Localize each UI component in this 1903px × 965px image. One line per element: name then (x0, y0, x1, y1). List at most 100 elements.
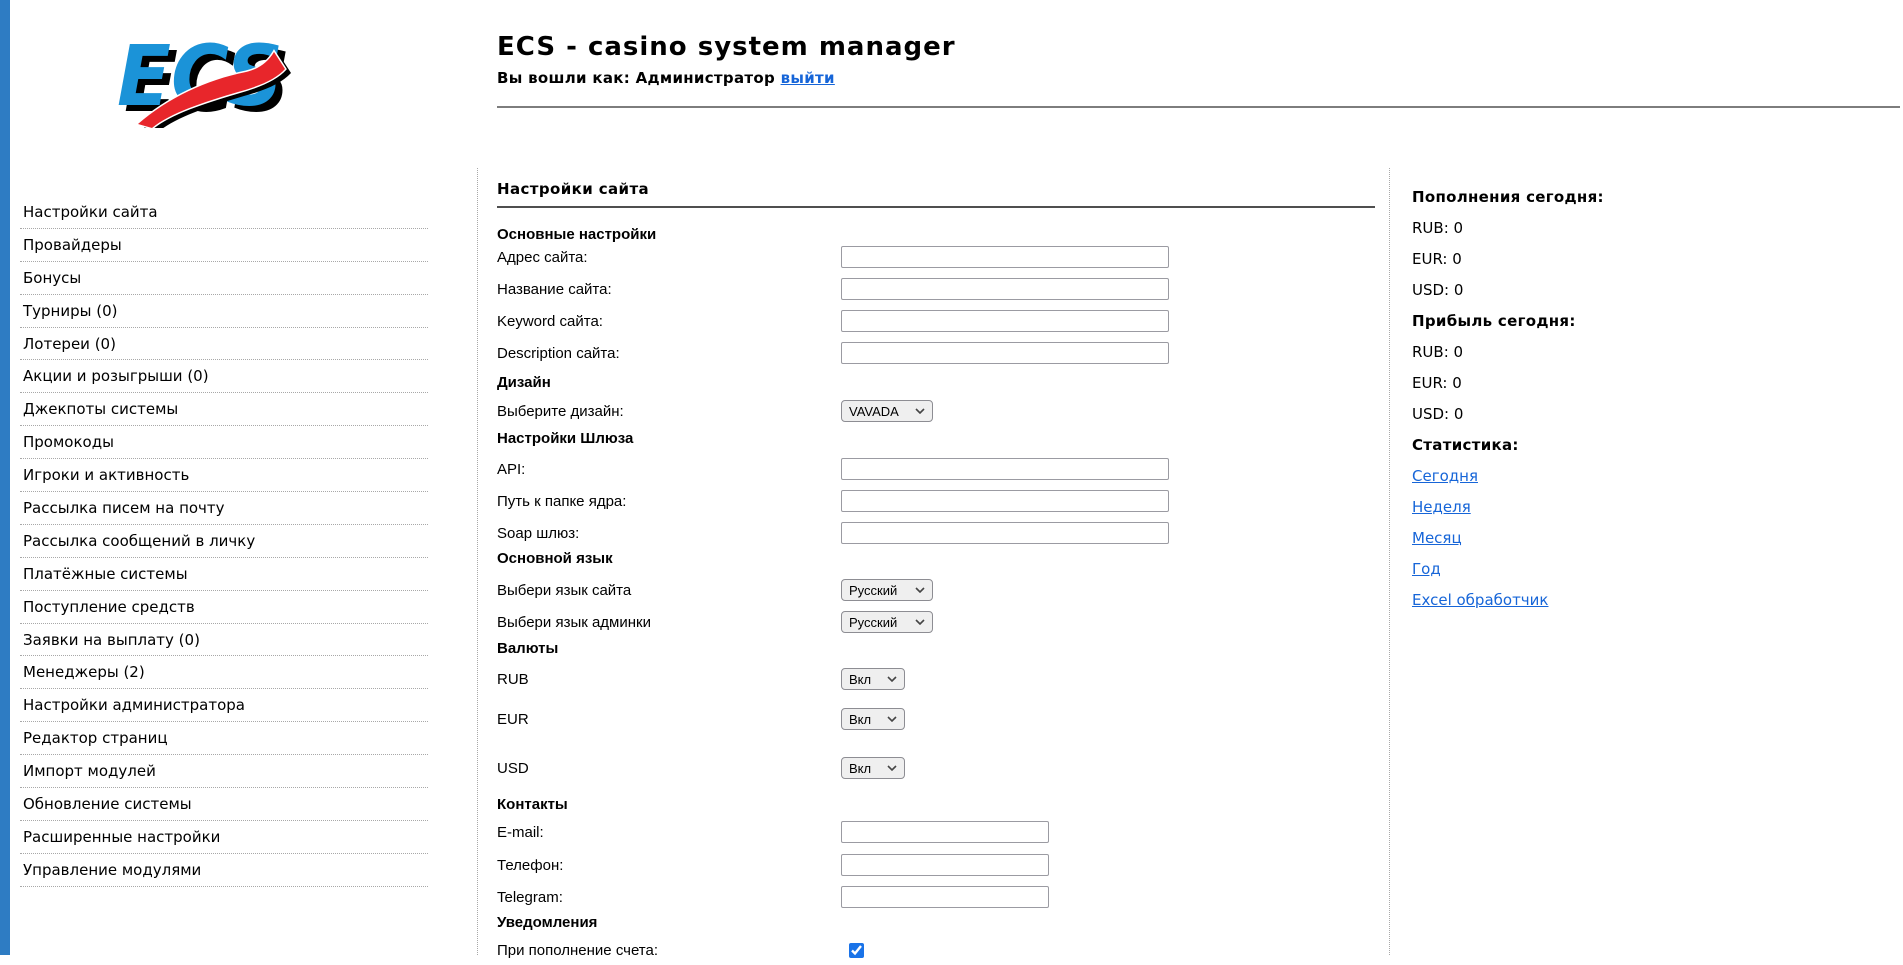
site-language-label: Выбери язык сайта (497, 581, 632, 599)
site-keyword-row: Keyword сайта: (497, 306, 1375, 336)
sidebar-item-advanced-settings[interactable]: Расширенные настройки (20, 821, 428, 854)
sidebar-item-bonuses[interactable]: Бонусы (20, 262, 428, 295)
eur-label: EUR (497, 710, 529, 728)
site-address-input[interactable] (841, 246, 1169, 268)
rub-toggle-select[interactable]: Вкл (841, 668, 905, 690)
admin-language-value: Русский (849, 614, 898, 630)
site-description-label: Description сайта: (497, 344, 620, 362)
sidebar-item-payout-requests[interactable]: Заявки на выплату (0) (20, 624, 428, 657)
sidebar-item-jackpots[interactable]: Джекпоты системы (20, 393, 428, 427)
login-status-text: Вы вошли как: Администратор (497, 69, 776, 87)
telegram-input[interactable] (841, 886, 1049, 908)
phone-input[interactable] (841, 854, 1049, 876)
panel-title: Настройки сайта (497, 180, 650, 198)
chevron-down-icon (915, 619, 925, 625)
stats-link-week[interactable]: Неделя (1412, 498, 1471, 516)
core-path-input[interactable] (841, 490, 1169, 512)
sidebar-item-email-mailing[interactable]: Рассылка писем на почту (20, 492, 428, 525)
sidebar-item-tournaments[interactable]: Турниры (0) (20, 295, 428, 328)
deposit-notification-label: При пополнение счета: (497, 941, 659, 959)
deposits-eur-value: EUR: 0 (1412, 249, 1462, 268)
api-row: API: (497, 454, 1375, 484)
site-address-label: Адрес сайта: (497, 248, 588, 266)
site-language-select[interactable]: Русский (841, 579, 933, 601)
site-description-input[interactable] (841, 342, 1169, 364)
core-path-row: Путь к папке ядра: (497, 486, 1375, 516)
eur-toggle-value: Вкл (849, 711, 872, 727)
design-select-value: VAVADA (849, 403, 899, 419)
api-label: API: (497, 460, 526, 478)
usd-toggle-select[interactable]: Вкл (841, 757, 905, 779)
section-design: Дизайн (497, 373, 551, 391)
usd-row: USD Вкл (497, 753, 1375, 783)
sidebar-item-managers[interactable]: Менеджеры (2) (20, 656, 428, 690)
header: ECS - casino system manager Вы вошли как… (497, 32, 956, 87)
chevron-down-icon (887, 676, 897, 682)
admin-language-select[interactable]: Русский (841, 611, 933, 633)
sidebar-item-pm-mailing[interactable]: Рассылка сообщений в личку (20, 525, 428, 558)
stats-link-excel[interactable]: Excel обработчик (1412, 591, 1548, 609)
site-language-row: Выбери язык сайта Русский (497, 575, 1375, 605)
admin-language-label: Выбери язык админки (497, 613, 651, 631)
ecs-logo: ECS ECS (112, 14, 292, 132)
sidebar-item-site-settings[interactable]: Настройки сайта (20, 196, 428, 229)
site-name-row: Название сайта: (497, 274, 1375, 304)
site-name-input[interactable] (841, 278, 1169, 300)
design-select[interactable]: VAVADA (841, 400, 933, 422)
stats-link-month[interactable]: Месяц (1412, 529, 1462, 547)
sidebar-item-incoming-funds[interactable]: Поступление средств (20, 591, 428, 624)
stats-link-year[interactable]: Год (1412, 560, 1441, 578)
sidebar-item-payment-systems[interactable]: Платёжные системы (20, 558, 428, 591)
stats-link-today[interactable]: Сегодня (1412, 467, 1478, 485)
site-description-row: Description сайта: (497, 338, 1375, 368)
site-keyword-input[interactable] (841, 310, 1169, 332)
usd-toggle-value: Вкл (849, 760, 872, 776)
site-language-value: Русский (849, 582, 898, 598)
rub-toggle-value: Вкл (849, 671, 872, 687)
rub-row: RUB Вкл (497, 664, 1375, 694)
section-currencies: Валюты (497, 639, 559, 657)
chevron-down-icon (887, 716, 897, 722)
vertical-divider-right (1389, 168, 1390, 955)
sidebar-nav: Настройки сайта Провайдеры Бонусы Турнир… (20, 196, 428, 887)
eur-toggle-select[interactable]: Вкл (841, 708, 905, 730)
sidebar-item-players-activity[interactable]: Игроки и активность (20, 459, 428, 493)
api-input[interactable] (841, 458, 1169, 480)
profit-eur-value: EUR: 0 (1412, 373, 1462, 392)
sidebar-item-system-update[interactable]: Обновление системы (20, 788, 428, 821)
eur-row: EUR Вкл (497, 704, 1375, 734)
email-input[interactable] (841, 821, 1049, 843)
sidebar-item-lotteries[interactable]: Лотереи (0) (20, 328, 428, 361)
panel-title-divider (497, 206, 1375, 208)
sidebar-item-promocodes[interactable]: Промокоды (20, 426, 428, 460)
phone-row: Телефон: (497, 850, 1375, 880)
section-contacts: Контакты (497, 795, 568, 813)
login-line: Вы вошли как: Администратор выйти (497, 69, 956, 87)
section-notifications: Уведомления (497, 913, 598, 931)
deposit-notification-checkbox[interactable] (849, 942, 864, 958)
soap-gateway-input[interactable] (841, 522, 1169, 544)
design-row: Выберите дизайн: VAVADA (497, 396, 1375, 426)
logout-link[interactable]: выйти (781, 69, 835, 87)
deposit-notification-row: При пополнение счета: (497, 935, 1375, 965)
left-edge-accent-bar (0, 0, 10, 955)
deposits-rub-value: RUB: 0 (1412, 218, 1464, 237)
sidebar-item-page-editor[interactable]: Редактор страниц (20, 722, 428, 756)
usd-label: USD (497, 759, 529, 777)
ecs-logo-graphic: ECS ECS (117, 27, 291, 132)
email-row: E-mail: (497, 817, 1375, 847)
site-name-label: Название сайта: (497, 280, 612, 298)
statistics-heading: Статистика: (1412, 435, 1519, 454)
sidebar-item-admin-settings[interactable]: Настройки администратора (20, 689, 428, 723)
profit-rub-value: RUB: 0 (1412, 342, 1464, 361)
header-divider (497, 106, 1900, 108)
sidebar-item-promotions[interactable]: Акции и розыгрыши (0) (20, 360, 428, 394)
deposits-usd-value: USD: 0 (1412, 280, 1464, 299)
section-language: Основной язык (497, 549, 613, 567)
sidebar-item-providers[interactable]: Провайдеры (20, 229, 428, 262)
chevron-down-icon (915, 408, 925, 414)
sidebar-item-module-import[interactable]: Импорт модулей (20, 755, 428, 789)
sidebar-item-module-management[interactable]: Управление модулями (20, 854, 428, 887)
site-address-row: Адрес сайта: (497, 242, 1375, 272)
vertical-divider-left (477, 168, 478, 955)
